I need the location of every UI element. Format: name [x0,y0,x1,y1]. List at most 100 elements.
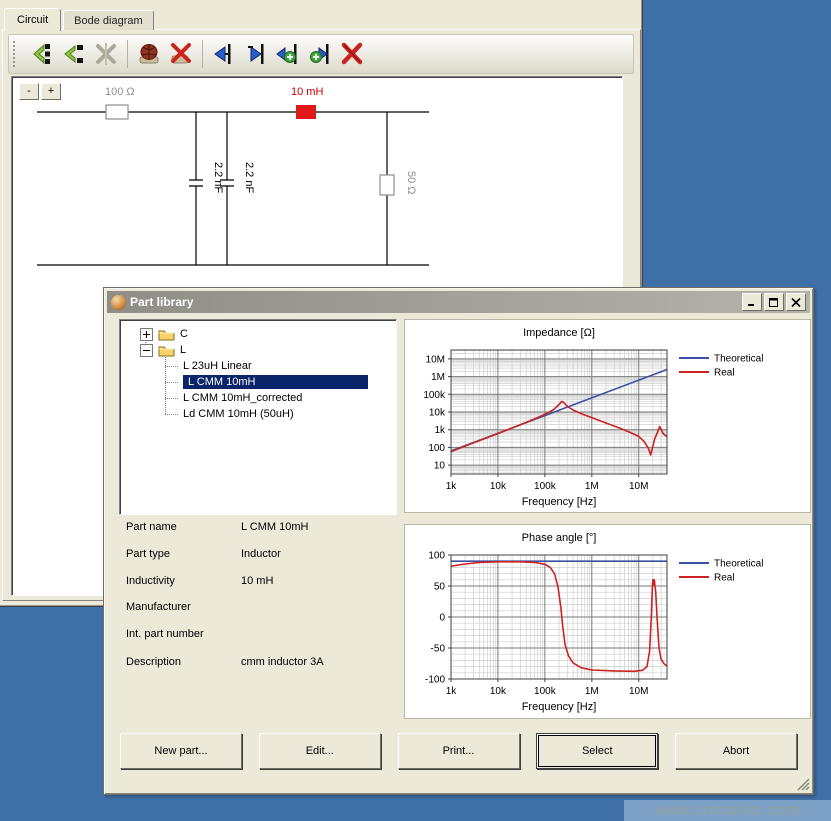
minimize-button[interactable] [742,293,762,311]
dialog-titlebar[interactable]: Part library [107,291,810,313]
connect-left-bus-icon[interactable] [26,39,58,69]
tab-circuit[interactable]: Circuit [4,8,61,31]
insert-right-icon[interactable] [304,39,336,69]
bug-icon[interactable] [133,39,165,69]
tree-connector [165,398,178,399]
delete-icon[interactable] [336,39,368,69]
tree-item[interactable]: Ld CMM 10mH (50uH) [178,406,294,422]
svg-text:50: 50 [434,582,446,593]
svg-text:10M: 10M [426,354,445,365]
toolbar-grip[interactable] [13,41,19,67]
detail-value: cmm inductor 3A [241,656,324,668]
tree-label[interactable]: C [180,328,188,340]
tree-item-selected[interactable]: L CMM 10mH [178,374,368,390]
folder-icon [158,344,175,357]
delete-bug-icon[interactable] [165,39,197,69]
resize-grip[interactable] [797,778,810,791]
folder-icon [158,328,175,341]
new-part-button[interactable]: New part... [120,733,242,769]
impedance-chart: 1k10k100k1M10M10M1M100k10k1k10010Impedan… [405,320,810,512]
tree-item-label[interactable]: Ld CMM 10mH (50uH) [183,408,294,420]
watermark-band: www.cntronics.com [624,800,831,821]
expand-minus-icon[interactable] [140,344,153,357]
svg-text:Phase angle [°]: Phase angle [°] [522,532,597,544]
detail-label: Part name [126,521,241,533]
move-right-icon[interactable] [240,39,272,69]
tree-node-c[interactable]: C [140,326,188,342]
toolbar-separator [127,40,128,68]
tab-bode-diagram[interactable]: Bode diagram [63,10,154,30]
tree-item-label[interactable]: L CMM 10mH [183,375,368,389]
tree-node-l[interactable]: L [140,342,186,358]
svg-text:-50: -50 [431,644,446,655]
svg-text:Frequency [Hz]: Frequency [Hz] [522,496,597,508]
connect-left-node-icon[interactable] [58,39,90,69]
svg-text:Real: Real [714,368,735,379]
capacitor-c1[interactable] [189,112,203,265]
l1-label: 10 mH [291,86,323,98]
c1-label: 2.2 nF [212,162,224,193]
svg-text:Real: Real [714,573,735,584]
close-button[interactable] [786,293,806,311]
dialog-title: Part library [130,295,740,309]
inductor-l1[interactable] [296,105,316,119]
dialog-buttons: New part... Edit... Print... Select Abor… [120,733,797,769]
svg-text:10k: 10k [490,481,507,492]
edit-button[interactable]: Edit... [259,733,381,769]
app-icon [111,295,126,310]
tree-connector [165,414,178,415]
maximize-button[interactable] [764,293,784,311]
svg-text:Theoretical: Theoretical [714,559,763,570]
abort-button[interactable]: Abort [675,733,797,769]
print-button[interactable]: Print... [398,733,520,769]
tree-item[interactable]: L 23uH Linear [178,358,252,374]
detail-label: Part type [126,548,241,560]
svg-text:100k: 100k [423,390,446,401]
svg-text:Theoretical: Theoretical [714,354,763,365]
watermark: www.cntronics.com [655,802,800,820]
move-left-icon[interactable] [208,39,240,69]
toolbar-separator [202,40,203,68]
svg-text:-100: -100 [425,675,445,686]
tree-connector [165,366,178,367]
resistor-r2[interactable] [380,175,394,195]
c2-label: 2.2 nF [243,162,255,193]
impedance-chart-panel: 1k10k100k1M10M10M1M100k10k1k10010Impedan… [404,319,811,513]
wire[interactable] [37,112,429,265]
r2-label: 50 Ω [405,171,417,195]
desktop: Circuit Bode diagram [0,0,831,821]
detail-label: Int. part number [126,628,241,640]
svg-text:100k: 100k [534,686,557,697]
phase-chart-panel: 1k10k100k1M10M100500-50-100Phase angle [… [404,524,811,719]
cut-disabled-icon [90,39,122,69]
tree-connector [165,382,178,383]
phase-chart: 1k10k100k1M10M100500-50-100Phase angle [… [405,525,810,718]
svg-text:1k: 1k [446,481,458,492]
svg-text:Frequency [Hz]: Frequency [Hz] [522,701,597,713]
resistor-r1[interactable] [106,105,128,119]
part-library-dialog: Part library C [103,287,814,795]
tree-item[interactable]: L CMM 10mH_corrected [178,390,302,406]
toolbar [8,34,634,74]
detail-label: Manufacturer [126,601,241,613]
svg-text:10M: 10M [629,686,648,697]
detail-value: Inductor [241,548,281,560]
r1-label: 100 Ω [105,86,135,98]
detail-label: Inductivity [126,575,241,587]
svg-text:1k: 1k [446,686,458,697]
part-tree[interactable]: C L L 23uH Linear L CMM 10mH L CMM 10mH_… [119,319,397,515]
expand-plus-icon[interactable] [140,328,153,341]
tree-label[interactable]: L [180,344,186,356]
svg-text:10k: 10k [490,686,507,697]
insert-left-icon[interactable] [272,39,304,69]
select-button[interactable]: Select [536,733,658,769]
svg-text:10M: 10M [629,481,648,492]
svg-text:0: 0 [439,613,445,624]
tree-item-label[interactable]: L 23uH Linear [183,360,252,372]
detail-value: L CMM 10mH [241,521,308,533]
svg-text:10k: 10k [429,407,446,418]
svg-text:10: 10 [434,461,446,472]
svg-text:1M: 1M [585,481,599,492]
tree-item-label[interactable]: L CMM 10mH_corrected [183,392,302,404]
svg-text:100k: 100k [534,481,557,492]
